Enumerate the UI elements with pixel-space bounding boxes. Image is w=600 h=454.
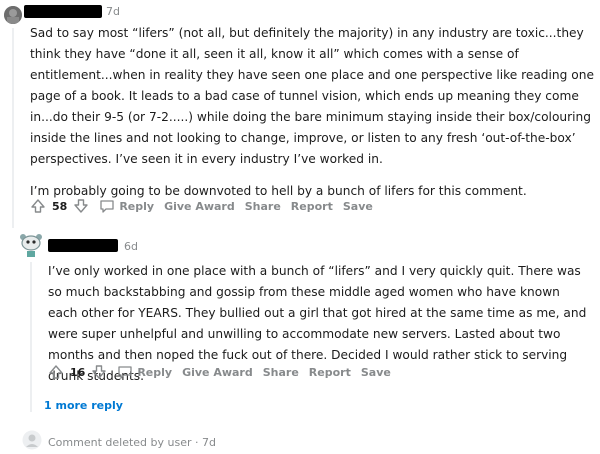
vote-count: 16 [70, 365, 86, 379]
snoo-avatar-icon [20, 234, 42, 257]
save-button[interactable]: Save [361, 366, 391, 379]
reply-icon[interactable] [117, 364, 133, 380]
avatar[interactable] [18, 232, 44, 258]
username-redacted[interactable] [24, 5, 102, 18]
deleted-comment-notice: Comment deleted by user · 7d [48, 436, 216, 449]
report-button[interactable]: Report [291, 200, 333, 213]
comment-paragraph: Sad to say most “lifers” (not all, but d… [30, 26, 594, 166]
comment-actions: 58 Reply Give Award Share Report Save [30, 196, 373, 216]
reply-icon[interactable] [99, 198, 115, 214]
upvote-icon[interactable] [48, 364, 64, 380]
save-button[interactable]: Save [343, 200, 373, 213]
username-redacted[interactable] [48, 239, 118, 252]
thread-line[interactable] [30, 262, 32, 412]
deleted-user-icon [22, 430, 42, 450]
downvote-icon[interactable] [91, 364, 107, 380]
comment-body: Sad to say most “lifers” (not all, but d… [30, 23, 596, 202]
share-button[interactable]: Share [263, 366, 299, 379]
deleted-avatar [22, 430, 42, 450]
report-button[interactable]: Report [309, 366, 351, 379]
give-award-button[interactable]: Give Award [182, 366, 253, 379]
comment-timestamp: 6d [124, 240, 138, 253]
give-award-button[interactable]: Give Award [164, 200, 235, 213]
upvote-icon[interactable] [30, 198, 46, 214]
reply-button[interactable]: Reply [137, 366, 172, 379]
thread-line[interactable] [12, 28, 14, 228]
vote-count: 58 [52, 199, 68, 213]
share-button[interactable]: Share [245, 200, 281, 213]
avatar-image-icon [4, 6, 22, 24]
reply-button[interactable]: Reply [119, 200, 154, 213]
comment-timestamp: 7d [106, 5, 120, 18]
avatar[interactable] [4, 6, 22, 24]
more-replies-link[interactable]: 1 more reply [44, 399, 123, 412]
comment-actions: 16 Reply Give Award Share Report Save [48, 362, 391, 382]
downvote-icon[interactable] [73, 198, 89, 214]
